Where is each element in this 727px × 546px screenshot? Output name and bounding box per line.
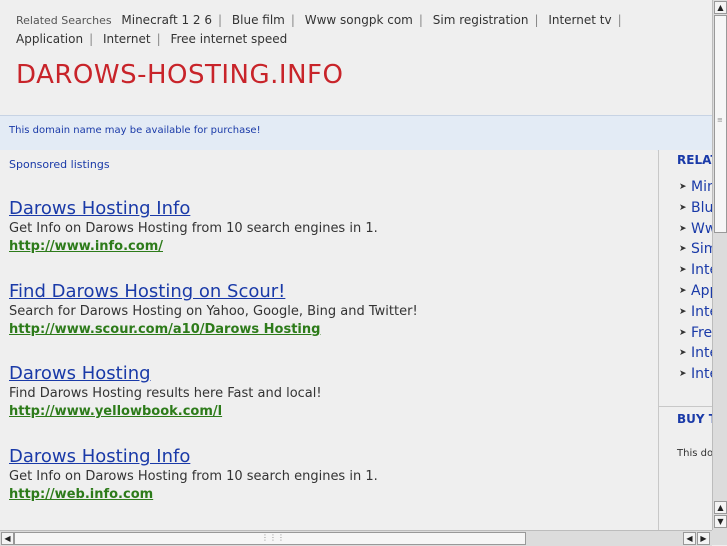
sidebar-buy-heading: BUY T [677, 412, 713, 426]
listing-description: Get Info on Darows Hosting from 10 searc… [9, 221, 378, 236]
related-searches-label: Related Searches [16, 14, 112, 27]
top-bar: Related Searches Minecraft 1 2 6 | Blue f… [0, 0, 712, 115]
domain-notice-bar: This domain name may be available for pu… [0, 115, 712, 151]
scroll-left-arrow-icon[interactable]: ◀ [683, 532, 696, 545]
sponsored-listings-label: Sponsored listings [9, 158, 110, 171]
listing-url-link[interactable]: http://www.info.com/ [9, 238, 378, 256]
listing-url-link[interactable]: http://www.yellowbook.com/l [9, 403, 322, 421]
listing-description: Get Info on Darows Hosting from 10 searc… [9, 469, 378, 484]
horizontal-scrollbar[interactable]: ◀ ⋮⋮⋮ ◀ ▶ [0, 530, 712, 546]
sidebar-related-list: ➤Min ➤Blu ➤Ww ➤Sim ➤Inte ➤App ➤Inte ➤Fre… [679, 177, 713, 385]
bullet-arrow-icon: ➤ [679, 265, 687, 276]
bullet-arrow-icon: ➤ [679, 306, 687, 317]
listing-title-link[interactable]: Darows Hosting Info [9, 446, 378, 468]
listing-description: Find Darows Hosting results here Fast an… [9, 386, 322, 401]
listing: Darows Hosting Info Get Info on Darows H… [9, 446, 378, 504]
sidebar-buy-text: This do [677, 448, 713, 459]
scroll-left-arrow-icon[interactable]: ◀ [1, 532, 14, 545]
related-link[interactable]: Www songpk com [305, 13, 413, 27]
site-title: DAROWS-HOSTING.INFO [16, 60, 344, 90]
sidebar-related-item[interactable]: ➤App [679, 281, 713, 302]
scrollbar-corner [712, 530, 727, 545]
listing: Darows Hosting Info Get Info on Darows H… [9, 198, 378, 256]
bullet-arrow-icon: ➤ [679, 348, 687, 359]
bullet-arrow-icon: ➤ [679, 202, 687, 213]
bullet-arrow-icon: ➤ [679, 285, 687, 296]
vertical-scrollbar[interactable]: ▲ ≡ ▲ ▼ [712, 0, 727, 530]
bullet-arrow-icon: ➤ [679, 327, 687, 338]
sidebar-related-item[interactable]: ➤Inte [679, 364, 713, 385]
bullet-arrow-icon: ➤ [679, 244, 687, 255]
sidebar-related-heading: RELAT [677, 153, 713, 167]
bullet-arrow-icon: ➤ [679, 182, 687, 192]
listing-title-link[interactable]: Darows Hosting Info [9, 198, 378, 220]
listing: Find Darows Hosting on Scour! Search for… [9, 281, 418, 339]
bullet-arrow-icon: ➤ [679, 369, 687, 380]
horizontal-scroll-thumb[interactable]: ⋮⋮⋮ [14, 532, 526, 545]
related-link[interactable]: Internet tv [548, 13, 611, 27]
vertical-scroll-thumb[interactable]: ≡ [714, 15, 727, 233]
listing-url-link[interactable]: http://www.scour.com/a10/Darows Hosting [9, 321, 418, 339]
scroll-right-arrow-icon[interactable]: ▶ [697, 532, 710, 545]
domain-notice-text: This domain name may be available for pu… [9, 125, 261, 136]
sidebar-divider [659, 406, 713, 407]
sidebar-related-item[interactable]: ➤Inte [679, 260, 713, 281]
grip-icon: ≡ [717, 116, 723, 124]
related-link[interactable]: Minecraft 1 2 6 [121, 13, 212, 27]
listing-title-link[interactable]: Find Darows Hosting on Scour! [9, 281, 418, 303]
listing-url-link[interactable]: http://web.info.com [9, 486, 378, 504]
scroll-up-arrow-icon[interactable]: ▲ [714, 1, 727, 14]
sidebar-related-item[interactable]: ➤Min [679, 177, 713, 198]
sidebar-related-item[interactable]: ➤ Fre [679, 323, 713, 344]
sponsored-listings-panel: Sponsored listings Darows Hosting Info G… [0, 150, 657, 530]
related-link[interactable]: Blue film [232, 13, 285, 27]
sidebar-related-item[interactable]: ➤ Blu [679, 198, 713, 219]
grip-icon: ⋮⋮⋮ [261, 533, 285, 542]
related-link[interactable]: Free internet speed [170, 32, 287, 46]
related-link[interactable]: Sim registration [433, 13, 529, 27]
listing: Darows Hosting Find Darows Hosting resul… [9, 363, 322, 421]
related-link[interactable]: Application [16, 32, 83, 46]
sidebar-related-item[interactable]: ➤Inte [679, 343, 713, 364]
related-sidebar: RELAT ➤Min ➤Blu ➤Ww ➤Sim ➤Inte ➤App ➤Int… [658, 150, 713, 530]
sidebar-related-item[interactable]: ➤Sim [679, 239, 713, 260]
scroll-down-arrow-icon[interactable]: ▼ [714, 515, 727, 528]
sidebar-related-item[interactable]: ➤Ww [679, 219, 713, 240]
related-link[interactable]: Internet [103, 32, 151, 46]
related-searches-row: Related Searches Minecraft 1 2 6 | Blue f… [16, 13, 622, 46]
listing-title-link[interactable]: Darows Hosting [9, 363, 322, 385]
scroll-up-arrow-icon[interactable]: ▲ [714, 501, 727, 514]
sidebar-related-item[interactable]: ➤Inte [679, 302, 713, 323]
bullet-arrow-icon: ➤ [679, 223, 687, 234]
listing-description: Search for Darows Hosting on Yahoo, Goog… [9, 304, 418, 319]
